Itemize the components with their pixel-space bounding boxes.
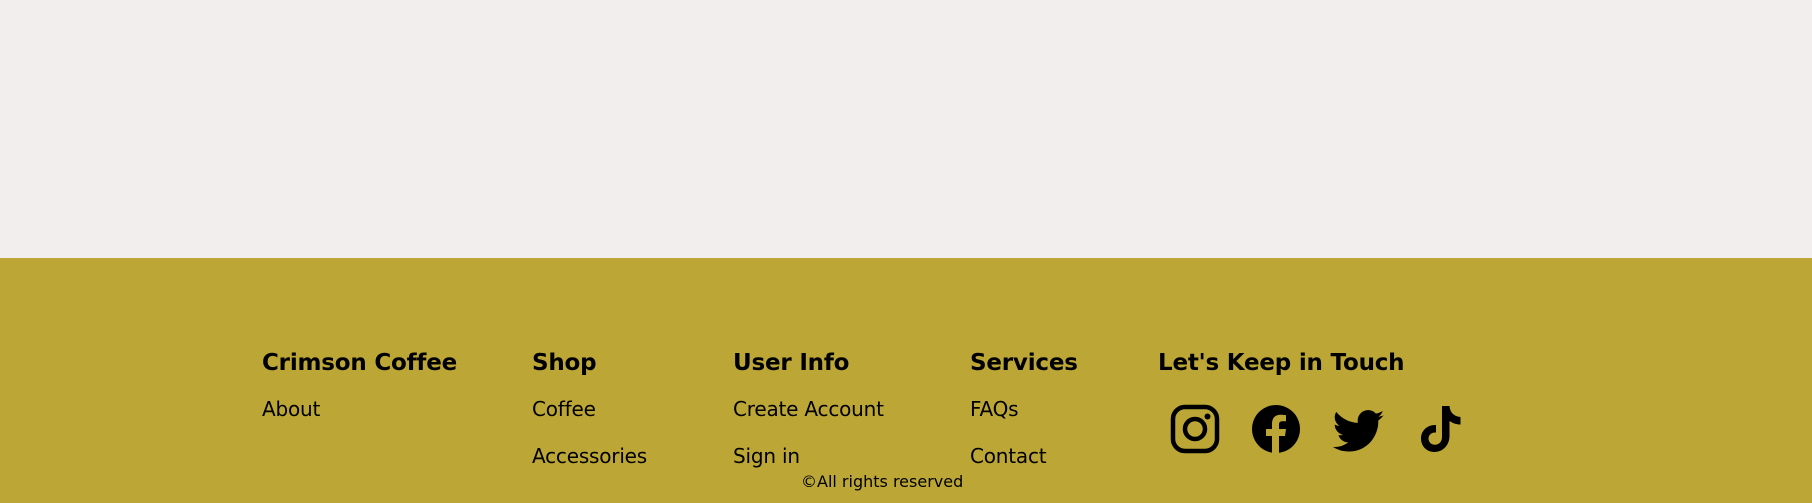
instagram-icon[interactable] bbox=[1169, 403, 1221, 455]
twitter-icon[interactable] bbox=[1333, 403, 1385, 455]
copyright-text: ©All rights reserved bbox=[801, 472, 964, 491]
footer-link-accessories[interactable]: Accessories bbox=[532, 444, 647, 468]
footer-link-sign-in[interactable]: Sign in bbox=[733, 444, 800, 468]
footer-link-about[interactable]: About bbox=[262, 397, 320, 421]
footer-heading-shop: Shop bbox=[532, 350, 597, 376]
footer-heading-brand: Crimson Coffee bbox=[262, 350, 458, 376]
site-footer bbox=[0, 258, 1812, 503]
footer-heading-user-info: User Info bbox=[733, 350, 850, 376]
facebook-icon[interactable] bbox=[1250, 403, 1302, 455]
footer-column-brand: Crimson Coffee About bbox=[262, 349, 458, 421]
footer-column-contact: Let's Keep in Touch bbox=[1158, 349, 1405, 377]
footer-link-create-account[interactable]: Create Account bbox=[733, 397, 884, 421]
footer-heading-contact: Let's Keep in Touch bbox=[1158, 350, 1405, 376]
footer-heading-services: Services bbox=[970, 350, 1078, 376]
footer-link-contact[interactable]: Contact bbox=[970, 444, 1047, 468]
page-content-area bbox=[0, 0, 1812, 258]
footer-column-shop: Shop Coffee Accessories bbox=[532, 349, 647, 468]
footer-column-services: Services FAQs Contact bbox=[970, 349, 1078, 468]
footer-column-user-info: User Info Create Account Sign in bbox=[733, 349, 884, 468]
footer-link-coffee[interactable]: Coffee bbox=[532, 397, 596, 421]
footer-link-faqs[interactable]: FAQs bbox=[970, 397, 1019, 421]
tiktok-icon[interactable] bbox=[1415, 403, 1467, 455]
